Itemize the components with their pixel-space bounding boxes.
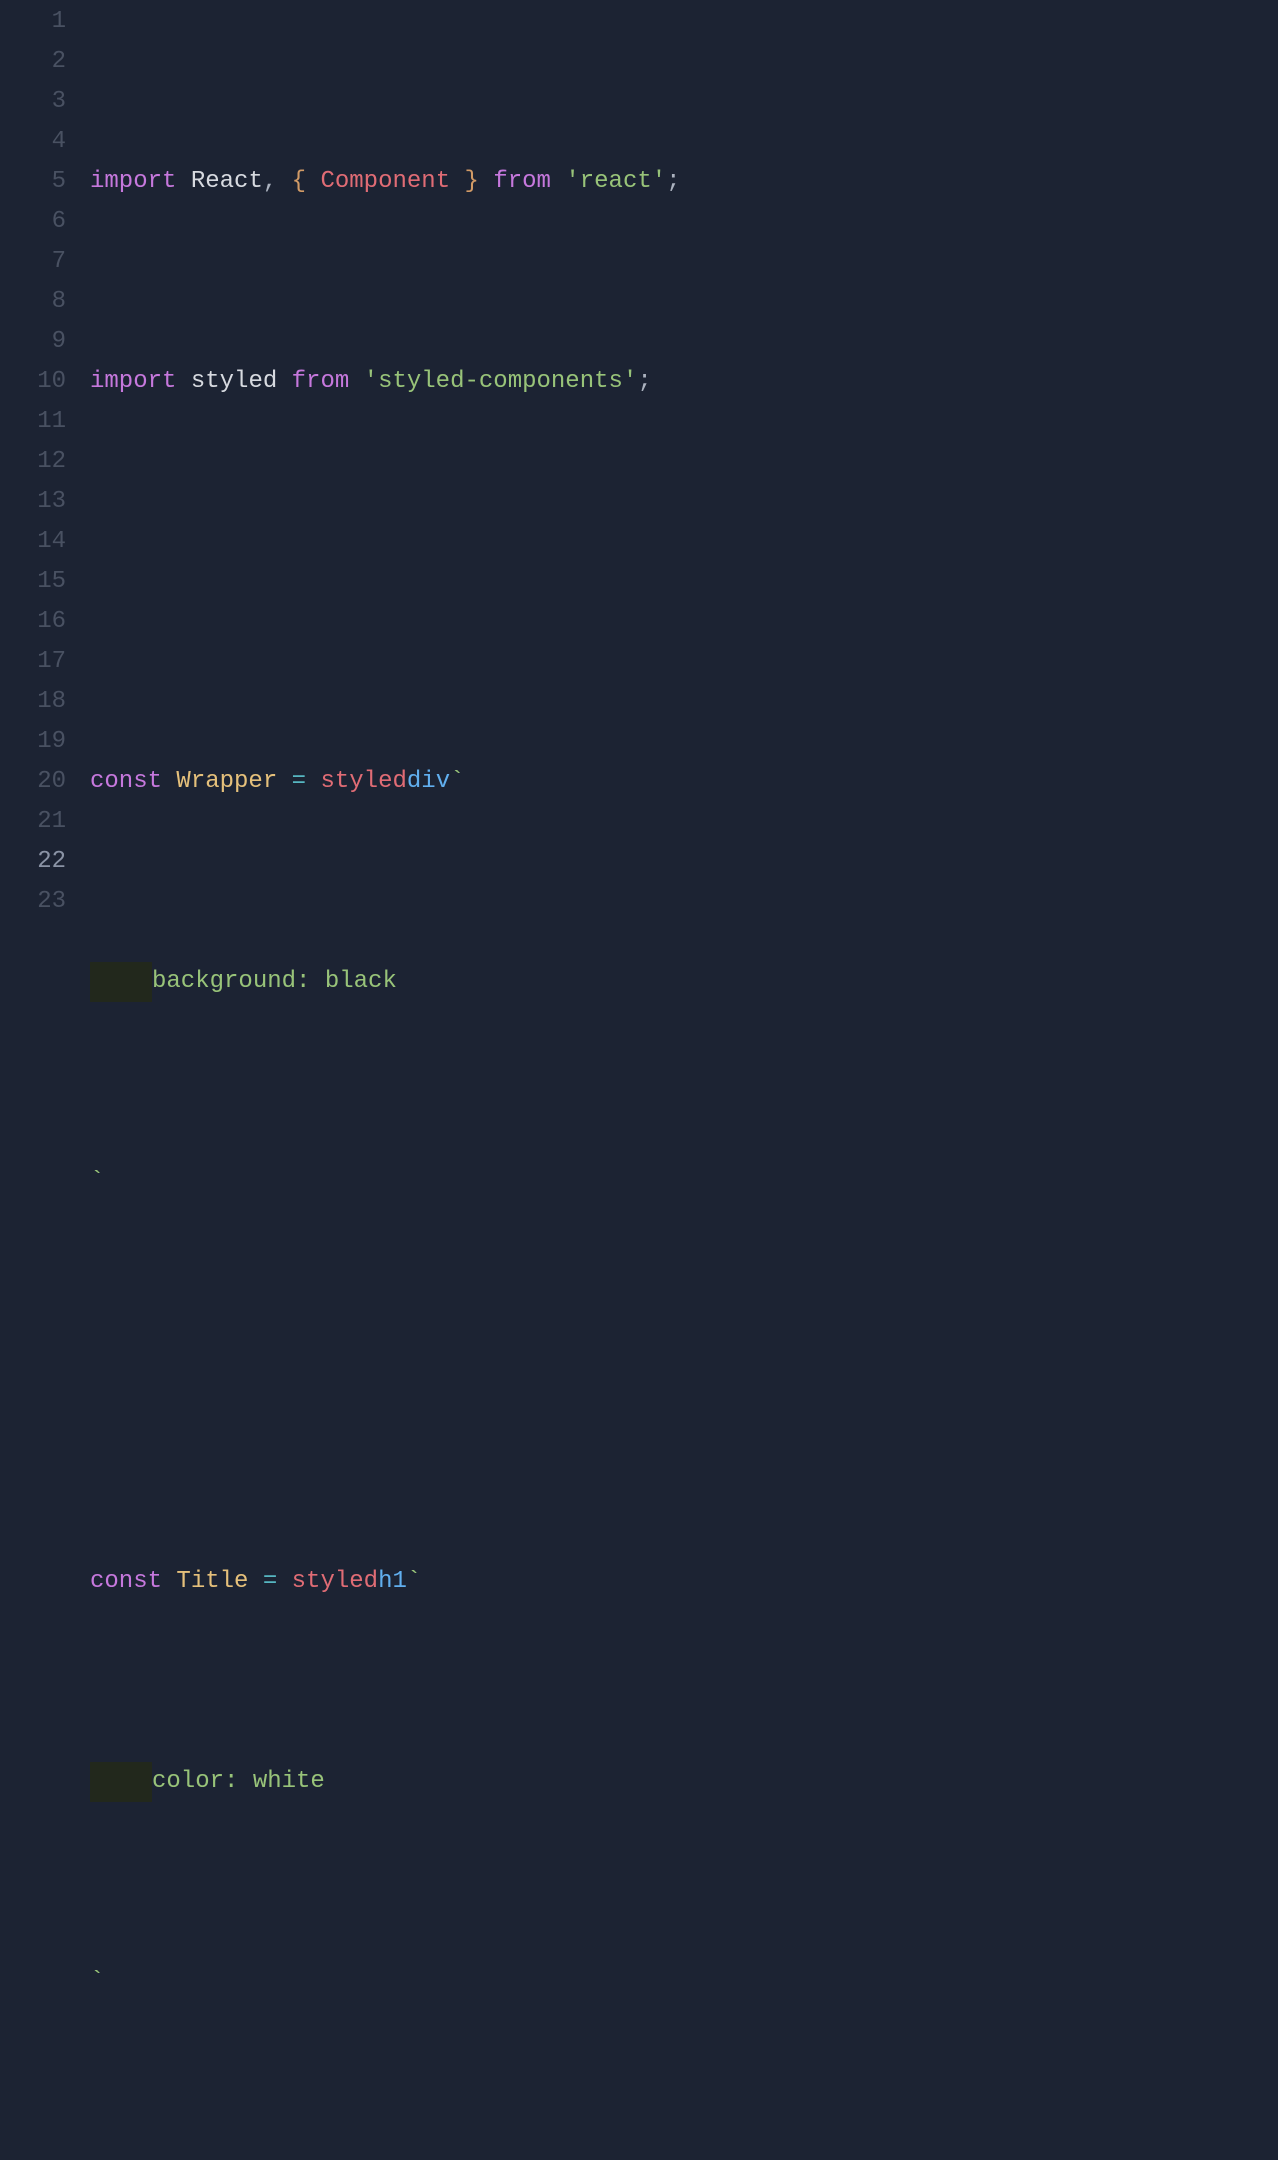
line-number: 9 <box>0 322 66 362</box>
identifier: React <box>191 162 263 202</box>
line-number: 13 <box>0 482 66 522</box>
code-line[interactable] <box>90 1362 1278 1402</box>
line-number: 17 <box>0 642 66 682</box>
line-number: 10 <box>0 362 66 402</box>
code-line[interactable] <box>90 562 1278 602</box>
code-line[interactable]: import React, { Component } from 'react'… <box>90 162 1278 202</box>
line-number: 1 <box>0 2 66 42</box>
indent-guide <box>90 1762 152 1802</box>
line-number: 5 <box>0 162 66 202</box>
code-line[interactable]: background: black <box>90 962 1278 1002</box>
line-number: 20 <box>0 762 66 802</box>
keyword-import: import <box>90 162 176 202</box>
code-line[interactable]: const Wrapper = styleddiv` <box>90 762 1278 802</box>
code-line[interactable]: color: white <box>90 1762 1278 1802</box>
indent-guide <box>90 962 152 1002</box>
line-number-gutter: 1 2 3 4 5 6 7 8 9 10 11 12 13 14 15 16 1… <box>0 2 90 2160</box>
line-number: 15 <box>0 562 66 602</box>
string-literal: 'react' <box>565 162 666 202</box>
code-line[interactable]: import styled from 'styled-components'; <box>90 362 1278 402</box>
line-number: 6 <box>0 202 66 242</box>
line-number: 2 <box>0 42 66 82</box>
line-number: 4 <box>0 122 66 162</box>
line-number: 7 <box>0 242 66 282</box>
line-number: 14 <box>0 522 66 562</box>
code-editor[interactable]: 1 2 3 4 5 6 7 8 9 10 11 12 13 14 15 16 1… <box>0 0 1278 2160</box>
line-number: 16 <box>0 602 66 642</box>
line-number: 22 <box>0 842 66 882</box>
code-line[interactable]: const Title = styledh1` <box>90 1562 1278 1602</box>
line-number: 8 <box>0 282 66 322</box>
line-number: 18 <box>0 682 66 722</box>
line-number: 3 <box>0 82 66 122</box>
line-number: 23 <box>0 882 66 922</box>
identifier: Component <box>320 162 450 202</box>
line-number: 11 <box>0 402 66 442</box>
code-line[interactable]: ` <box>90 1962 1278 2002</box>
code-content[interactable]: import React, { Component } from 'react'… <box>90 2 1278 2160</box>
line-number: 19 <box>0 722 66 762</box>
line-number: 12 <box>0 442 66 482</box>
line-number: 21 <box>0 802 66 842</box>
code-line[interactable]: ` <box>90 1162 1278 1202</box>
